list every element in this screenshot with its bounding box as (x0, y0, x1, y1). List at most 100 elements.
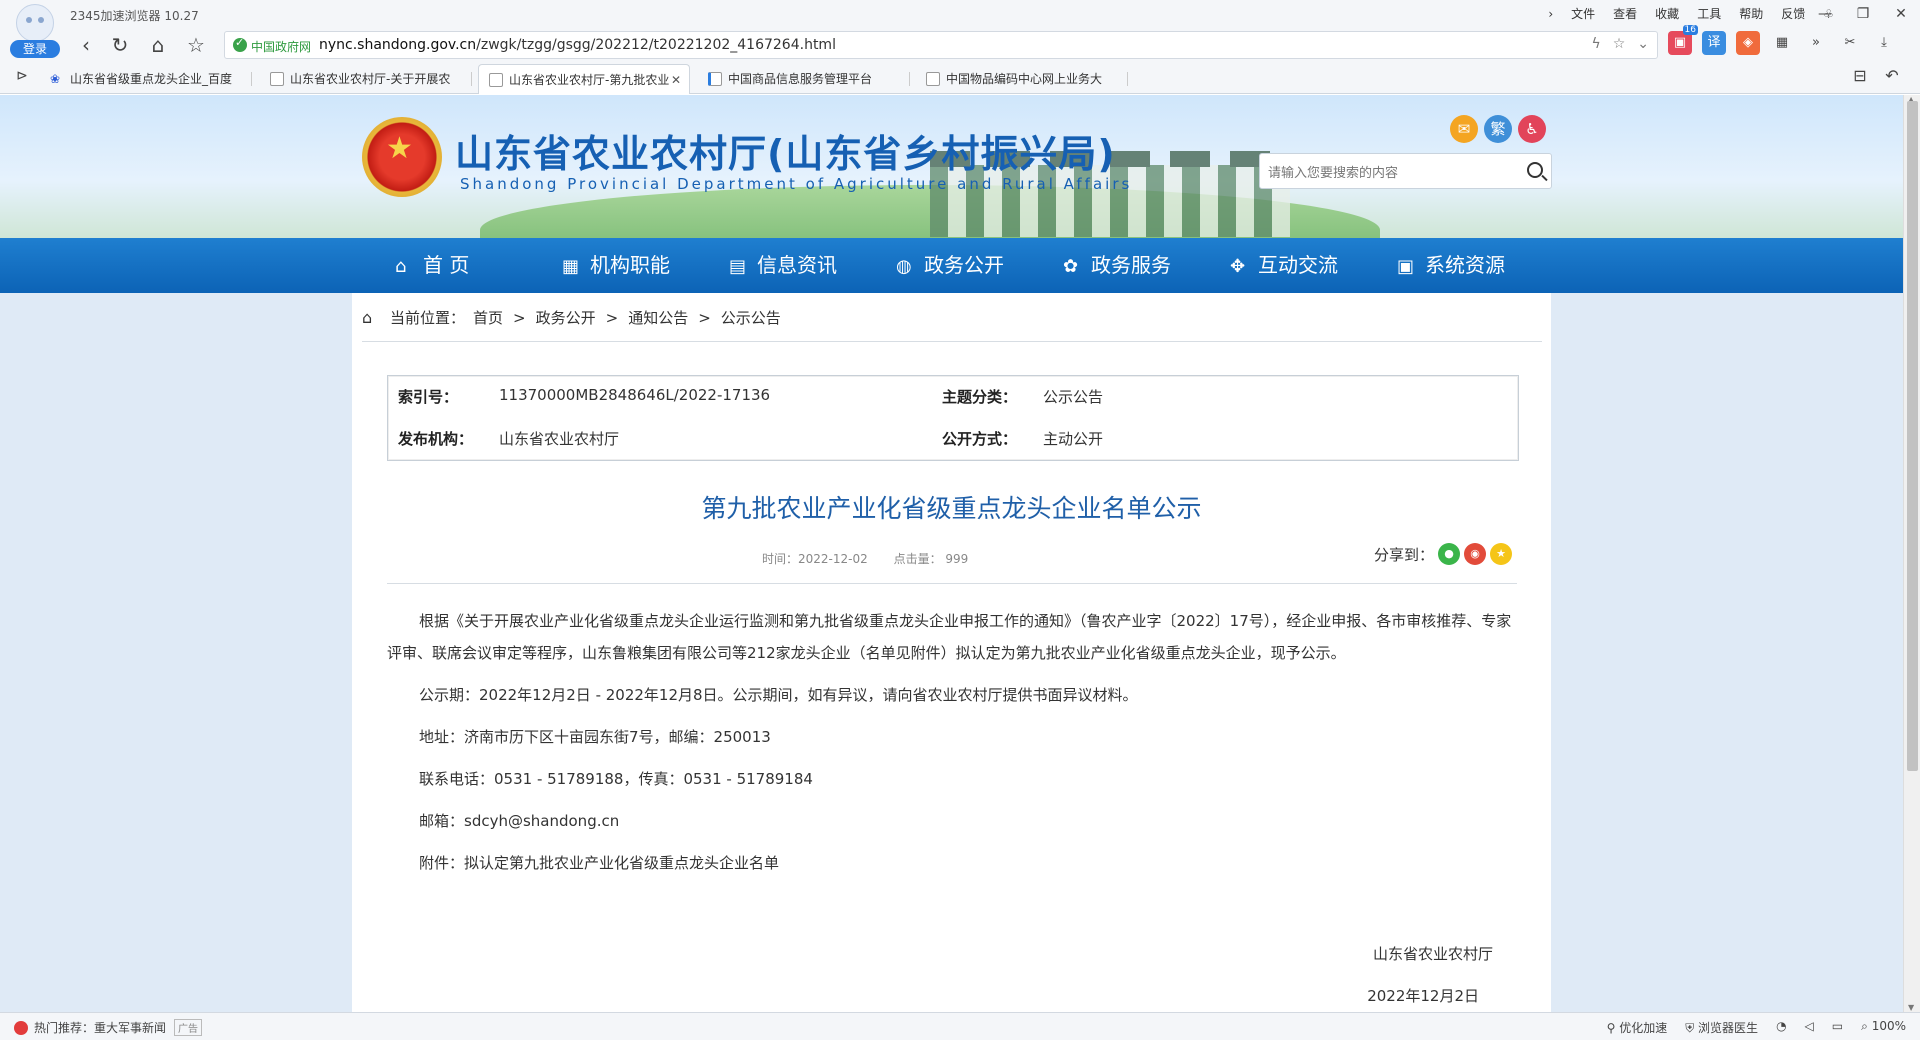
nav-resources[interactable]: ▣ 系统资源 (1397, 238, 1564, 293)
sign-organization: 山东省农业农村厅 (1372, 945, 1493, 963)
undo-close-icon[interactable]: ↶ (1878, 62, 1906, 90)
index-label: 索引号： (398, 388, 459, 406)
breadcrumb-link-notices[interactable]: 通知公告 (628, 307, 688, 328)
tab-title: 中国物品编码中心网上业务大 (946, 72, 1103, 86)
heart-icon (14, 1020, 28, 1035)
favorite-star-icon[interactable]: ☆ (1613, 36, 1626, 52)
divider (362, 341, 1542, 342)
mode-value: 主动公开 (1043, 430, 1104, 448)
attachment-link[interactable]: 附件：拟认定第九批农业产业化省级重点龙头企业名单 (387, 847, 1517, 879)
nav-gov-affairs[interactable]: ◍ 政务公开 (896, 238, 1063, 293)
organization-icon: ▦ (562, 256, 580, 277)
shield-icon: ⛨ (1685, 1021, 1695, 1035)
nav-organization[interactable]: ▦ 机构职能 (562, 238, 729, 293)
bookmark-star-icon[interactable]: ☆ (182, 31, 210, 59)
menu-file[interactable]: 文件 (1565, 5, 1601, 22)
apps-grid-icon[interactable]: ▦ (1770, 31, 1794, 55)
site-search (1259, 153, 1552, 189)
scrollbar-thumb[interactable] (1907, 101, 1918, 771)
page-favicon-icon (489, 73, 503, 87)
game-icon[interactable]: ◈ (1736, 31, 1760, 55)
site-subtitle: Shandong Provincial Department of Agricu… (460, 175, 1133, 193)
page-favicon-icon (708, 72, 722, 86)
breadcrumb-link-gov-affairs[interactable]: 政务公开 (536, 307, 596, 328)
search-icon[interactable] (1527, 162, 1543, 178)
tab-title: 山东省农业农村厅-第九批农业 (509, 73, 670, 87)
address-bar[interactable]: 中国政府网 nync.shandong.gov.cn/zwgk/tzgg/gsg… (224, 31, 1658, 59)
doctor-button[interactable]: ⛨ 浏览器医生 (1685, 1019, 1758, 1036)
article-paragraph: 邮箱：sdcyh@shandong.cn (419, 812, 620, 830)
menu-help[interactable]: 帮助 (1733, 5, 1769, 22)
mail-icon[interactable]: ✉ (1450, 115, 1478, 143)
tab-title: 山东省农业农村厅-关于开展农 (290, 72, 451, 86)
volume-icon[interactable]: ◁ (1805, 1019, 1814, 1036)
tab-commodity[interactable]: 中国商品信息服务管理平台 (698, 64, 910, 94)
flash-icon[interactable]: ϟ (1591, 36, 1600, 52)
tab-close-icon[interactable]: ✕ (671, 65, 681, 94)
article-paragraph: 公示期：2022年12月2日 - 2022年12月8日。公示期间，如有异议，请向… (419, 686, 1138, 704)
back-icon[interactable]: ‹ (72, 31, 100, 59)
refresh-icon[interactable]: ↻ (106, 31, 134, 59)
home-icon[interactable]: ⌂ (144, 31, 172, 59)
weibo-share-icon[interactable]: ◉ (1464, 543, 1487, 565)
breadcrumb-separator: > (513, 308, 526, 327)
translate-icon[interactable]: 译 (1702, 31, 1726, 55)
traditional-chinese-button[interactable]: 繁 (1484, 115, 1512, 143)
tab-divider (251, 72, 252, 86)
search-input[interactable] (1268, 160, 1518, 184)
secure-shield-icon (233, 36, 247, 52)
zoom-control[interactable]: ⌕ 100% (1861, 1019, 1906, 1036)
page-favicon-icon (270, 72, 284, 86)
scissors-icon[interactable]: ✂ (1838, 31, 1862, 55)
zoom-value: 100% (1871, 1019, 1906, 1033)
resources-icon: ▣ (1397, 256, 1415, 277)
tab-active-article[interactable]: 山东省农业农村厅-第九批农业 ✕ (478, 64, 690, 94)
sidebar-toggle-icon[interactable]: ⊳ (8, 62, 36, 90)
tab-manager-icon[interactable]: ⊟ (1846, 62, 1874, 90)
nav-services[interactable]: ✿ 政务服务 (1063, 238, 1230, 293)
optimize-button[interactable]: ⚲ 优化加速 (1607, 1019, 1668, 1036)
page-scrollbar[interactable]: ▲ ▼ (1903, 95, 1920, 1012)
nav-label: 互动交流 (1258, 253, 1338, 277)
mail-extension-icon[interactable]: ▣ 16 (1668, 25, 1698, 55)
tab-baidu[interactable]: ❀ 山东省省级重点龙头企业_百度 (40, 64, 252, 94)
menu-tools[interactable]: 工具 (1691, 5, 1727, 22)
site-title: 山东省农业农村厅(山东省乡村振兴局) (455, 132, 1116, 176)
article-hits: 点击量： 999 (893, 552, 969, 566)
dropdown-chevron-icon[interactable]: ⌄ (1637, 36, 1649, 52)
breadcrumb-link-home[interactable]: 首页 (473, 307, 503, 328)
tab-divider (471, 72, 472, 86)
status-tools: ⚲ 优化加速 ⛨ 浏览器医生 ◔ ◁ ▭ ⌕ 100% (1607, 1019, 1906, 1036)
tab-notice[interactable]: 山东省农业农村厅-关于开展农 (260, 64, 472, 94)
window-icon[interactable]: ▭ (1832, 1019, 1843, 1036)
menu-view[interactable]: 查看 (1607, 5, 1643, 22)
article-time: 时间：2022-12-02 (762, 552, 868, 566)
nav-home[interactable]: ⌂ 首 页 (395, 238, 562, 293)
quick-tools: ✉ 繁 ♿ (1450, 115, 1546, 143)
breadcrumb-separator: > (605, 308, 619, 327)
wechat-share-icon[interactable]: ● (1438, 543, 1461, 565)
hot-recommend-label: 热门推荐：重大军事新闻 (34, 1021, 167, 1035)
minimize-icon[interactable]: — (1806, 0, 1844, 28)
address-path: /zwgk/tzgg/gsgg/202212/t20221202_4167264… (476, 37, 836, 53)
speed-icon[interactable]: ◔ (1776, 1019, 1786, 1036)
download-icon[interactable]: ⤓ (1872, 31, 1896, 55)
more-icon[interactable]: » (1804, 31, 1828, 55)
content-panel: ⌂ 当前位置： 首页 > 政务公开 > 通知公告 > 公示公告 索引号： 113… (352, 293, 1551, 1012)
tab-barcode[interactable]: 中国物品编码中心网上业务大 (916, 64, 1128, 94)
signature-block: 山东省农业农村厅 2022年12月2日 (1367, 933, 1493, 1012)
nav-label: 政务服务 (1091, 253, 1171, 277)
menu-arrow-icon[interactable]: › (1542, 7, 1559, 21)
restore-icon[interactable]: ❐ (1844, 0, 1882, 28)
accessibility-icon[interactable]: ♿ (1518, 115, 1546, 143)
scroll-down-icon[interactable]: ▼ (1908, 1003, 1914, 1012)
menu-favorites[interactable]: 收藏 (1649, 5, 1685, 22)
address-url[interactable]: nync.shandong.gov.cn/zwgk/tzgg/gsgg/2022… (319, 37, 836, 53)
favorite-share-icon[interactable]: ★ (1490, 543, 1513, 565)
close-icon[interactable]: ✕ (1882, 0, 1920, 28)
public-affairs-icon: ◍ (896, 256, 912, 277)
breadcrumb-link-public-notices[interactable]: 公示公告 (721, 307, 781, 328)
nav-news[interactable]: ▤ 信息资讯 (729, 238, 896, 293)
hot-recommend[interactable]: 热门推荐：重大军事新闻 广告 (14, 1019, 203, 1036)
nav-interaction[interactable]: ✥ 互动交流 (1230, 238, 1397, 293)
